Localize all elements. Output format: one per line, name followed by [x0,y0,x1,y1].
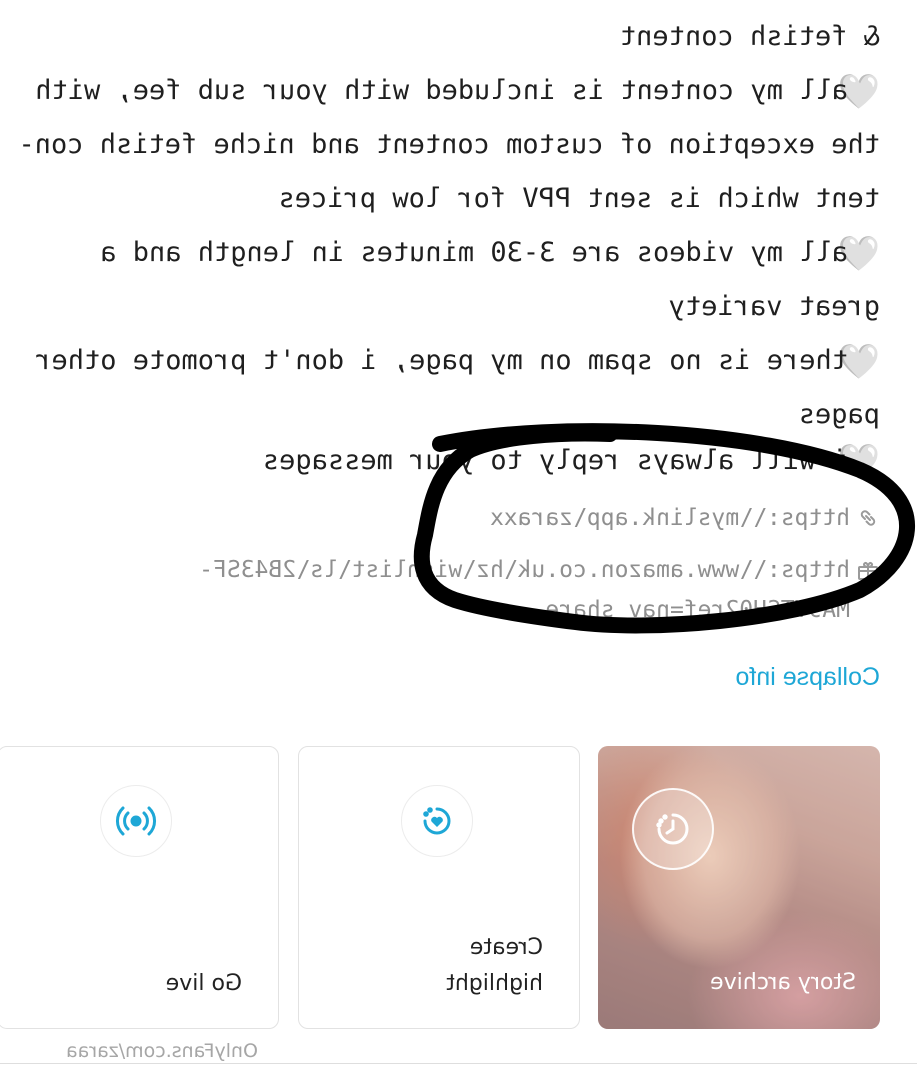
bio-line: all my videos are 3-30 minutes in length… [100,237,848,268]
mirrored-profile-page: & fetish content 🤍 all my content is inc… [0,0,917,1079]
go-live-card[interactable]: Go live [0,746,279,1029]
broadcast-icon [100,785,172,857]
watermark: OnlyFans.com/zaraa [65,1040,258,1062]
heart-icon: 🤍 [837,72,880,112]
create-highlight-card[interactable]: Create highlight [298,746,580,1029]
bio-line: all my content is included with your sub… [35,75,848,106]
story-archive-label: Story archive [710,970,856,995]
highlight-heart-icon [401,785,473,857]
bio-line: tent which is sent PPV for low prices [278,183,880,214]
bio-line: the exception of custom content and nich… [18,129,880,160]
story-archive-card[interactable]: Story archive [598,746,880,1029]
create-highlight-label-line2: highlight [446,971,543,996]
wishlist-link-continued[interactable]: MA9YTSH02ref=nav_share [545,595,850,625]
go-live-label: Go live [165,971,242,996]
collapse-info-link[interactable]: Collapse info [735,660,880,694]
bio-line: pages [798,399,880,430]
gift-icon [856,558,880,582]
clock-icon [632,788,714,870]
heart-icon: 🤍 [837,342,880,382]
divider [0,1063,917,1064]
heart-icon: 🤍 [837,442,880,482]
heart-icon: 🤍 [837,234,880,274]
bio-line: i will always reply to your messages [262,445,848,476]
bio-line: great variety [668,291,880,322]
wishlist-link[interactable]: https:\\www.amazon.co.uk\hz\wishlist\ls\… [199,555,850,585]
bio-line: there is no spam on my page, i don't pro… [35,345,848,376]
profile-link[interactable]: https:\\myslink.app\zaraxx [490,503,850,533]
create-highlight-label-line1: Create [469,935,543,960]
bio-line: & fetish content [619,21,880,52]
link-icon [856,506,880,530]
